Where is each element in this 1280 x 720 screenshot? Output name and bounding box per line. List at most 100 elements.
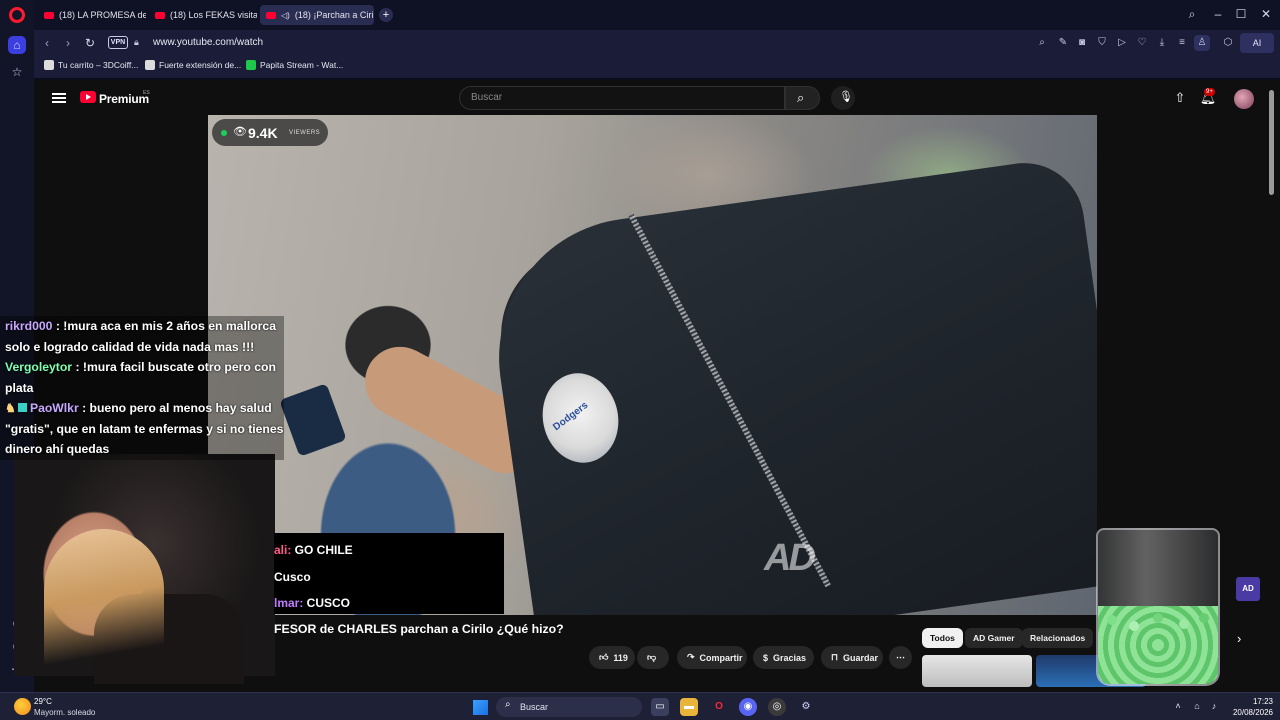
vpn-badge[interactable]: VPN <box>108 36 128 49</box>
bookmark-label: Papita Stream - Wat... <box>260 60 344 70</box>
clock-date[interactable]: 20/08/2026 <box>1227 708 1273 717</box>
notification-badge: 9+ <box>1204 88 1215 96</box>
viewers-label: VIEWERS <box>289 130 321 136</box>
inner-chat-line: ali: GO CHILE <box>274 543 353 557</box>
obs-icon[interactable]: ◎ <box>768 698 786 716</box>
maximize-icon[interactable]: ☐ <box>1233 6 1249 22</box>
weather-temperature[interactable]: 29°C <box>34 697 52 706</box>
inner-chat-panel: ali: GO CHILE Cusco lmar: CUSCO <box>274 533 504 614</box>
youtube-favicon-icon <box>155 11 165 19</box>
speaker-icon[interactable]: ◁) <box>281 11 290 20</box>
forward-icon[interactable]: › <box>59 34 77 52</box>
new-tab-button[interactable]: + <box>379 8 393 22</box>
chip-todos[interactable]: Todos <box>922 628 963 648</box>
minimize-icon[interactable]: – <box>1210 6 1226 22</box>
edit-icon[interactable]: ✎ <box>1055 35 1071 51</box>
search-button[interactable]: ⌕ <box>785 86 820 110</box>
tab-3-active[interactable]: ◁) (18) ¡Parchan a Cirilo! <box>260 5 374 25</box>
menu-icon[interactable]: ≡ <box>1174 35 1190 51</box>
weather-condition[interactable]: Mayorm. soleado <box>34 708 95 717</box>
volume-icon[interactable]: ♪ <box>1208 700 1220 712</box>
menu-hamburger-icon[interactable] <box>52 93 66 103</box>
thanks-button[interactable]: $ Gracias <box>753 646 814 669</box>
search-tabs-icon[interactable]: ⌕ <box>1184 6 1200 22</box>
star-icon[interactable]: ☆ <box>8 63 26 81</box>
bookmark-2[interactable]: Fuerte extensión de... <box>145 60 241 70</box>
chevron-right-icon[interactable]: › <box>1237 631 1241 646</box>
reload-icon[interactable]: ↻ <box>81 34 99 52</box>
chip-ad-gamer[interactable]: AD Gamer <box>965 628 1023 648</box>
opera-logo-icon[interactable] <box>9 7 25 23</box>
tray-chevron-icon[interactable]: ˄ <box>1172 700 1184 712</box>
zoom-icon[interactable]: ⌕ <box>1034 35 1050 51</box>
avatar[interactable] <box>1234 89 1254 109</box>
inner-chat-user: lmar: <box>274 596 304 610</box>
url-field[interactable]: www.youtube.com/watch <box>153 37 263 48</box>
chat-message: rikrd000 : !mura aca en mis 2 años en ma… <box>0 316 284 357</box>
bookmarks-bar: Tu carrito – 3DCoiff... Fuerte extensión… <box>34 56 1280 78</box>
lock-icon[interactable]: 🔒︎ <box>134 37 139 48</box>
chip-relacionados[interactable]: Relacionados <box>1022 628 1094 648</box>
home-icon[interactable]: ⌂ <box>8 36 26 54</box>
share-icon: ↷ <box>687 652 695 662</box>
bookmark-icon: ⊓ <box>831 652 839 662</box>
more-icon: ⋯ <box>896 652 905 662</box>
share-button[interactable]: ↷ Compartir <box>677 646 747 669</box>
video-watermark: AD <box>764 537 816 579</box>
save-label: Guardar <box>843 652 879 663</box>
tab-2[interactable]: (18) Los FEKAS visitan res <box>149 5 257 25</box>
back-icon[interactable]: ‹ <box>38 34 56 52</box>
extensions-icon[interactable]: ⬡ <box>1220 35 1236 51</box>
save-button[interactable]: ⊓ Guardar <box>821 646 883 669</box>
task-view-icon[interactable]: ▭ <box>651 698 669 716</box>
play-icon[interactable]: ▷ <box>1114 35 1130 51</box>
page-scrollbar[interactable] <box>1269 90 1274 195</box>
taskbar-search[interactable]: Buscar <box>496 697 642 717</box>
profile-icon[interactable]: ♙ <box>1194 35 1210 51</box>
sun-icon[interactable] <box>14 698 31 715</box>
viewers-counter: 👁︎ 9.4K VIEWERS <box>212 119 328 146</box>
shield-icon[interactable]: ⛉ <box>1094 35 1110 51</box>
youtube-logo-icon[interactable] <box>80 91 96 103</box>
clock-time[interactable]: 17:23 <box>1243 697 1273 706</box>
chat-overlay: rikrd000 : !mura aca en mis 2 años en ma… <box>0 316 284 460</box>
close-icon[interactable]: ✕ <box>1258 6 1274 22</box>
camera-icon[interactable]: ◙ <box>1074 35 1090 51</box>
tab-label: (18) Los FEKAS visitan res <box>170 10 257 20</box>
upload-icon[interactable]: ⇧ <box>1171 89 1189 107</box>
network-icon[interactable]: ⌂ <box>1191 700 1203 712</box>
discord-icon[interactable]: ◉ <box>739 698 757 716</box>
bookmark-favicon-icon <box>44 60 54 70</box>
download-icon[interactable]: ⤓ <box>1154 35 1170 51</box>
start-icon[interactable] <box>473 700 488 715</box>
opera-icon[interactable]: O <box>710 698 728 716</box>
thanks-icon: $ <box>763 652 769 663</box>
inner-chat-text: Cusco <box>274 570 311 584</box>
chat-username: PaoWlkr <box>29 401 79 415</box>
like-button[interactable]: 👍︎ 119 <box>589 646 635 669</box>
heart-icon[interactable]: ♡ <box>1134 35 1150 51</box>
search-input[interactable]: Buscar <box>459 86 785 110</box>
tab-1[interactable]: (18) LA PROMESA de King <box>38 5 146 25</box>
bookmark-3[interactable]: Papita Stream - Wat... <box>246 60 343 70</box>
aria-ai-button[interactable]: AI <box>1240 33 1274 53</box>
file-explorer-icon[interactable]: ▬ <box>680 698 698 716</box>
bookmark-1[interactable]: Tu carrito – 3DCoiff... <box>44 60 138 70</box>
channel-logo[interactable]: AD <box>1236 577 1260 601</box>
chat-message: Vergoleytor : !mura facil buscate otro p… <box>0 357 284 398</box>
thumbs-down-icon: 👎︎ <box>647 652 657 662</box>
inner-chat-line: Cusco <box>274 570 311 584</box>
settings-gear-icon[interactable]: ⚙ <box>797 698 815 716</box>
search-icon: ⌕ <box>797 90 805 105</box>
related-thumbnail[interactable] <box>922 655 1032 687</box>
live-dot-icon <box>221 130 227 136</box>
more-actions-button[interactable]: ⋯ <box>889 646 912 669</box>
windows-taskbar: 29°C Mayorm. soleado Buscar ⌕ ▭ ▬ O ◉ ◎ … <box>0 692 1280 720</box>
bookmark-label: Tu carrito – 3DCoiff... <box>58 60 139 70</box>
dislike-button[interactable]: 👎︎ <box>637 646 669 669</box>
inner-chat-text: GO CHILE <box>291 543 353 557</box>
viewers-count: 9.4K <box>248 125 278 141</box>
tab-bar: (18) LA PROMESA de King (18) Los FEKAS v… <box>34 0 1280 30</box>
mic-button[interactable]: 🎙︎ <box>831 86 855 110</box>
youtube-brand[interactable]: Premium <box>99 92 149 106</box>
